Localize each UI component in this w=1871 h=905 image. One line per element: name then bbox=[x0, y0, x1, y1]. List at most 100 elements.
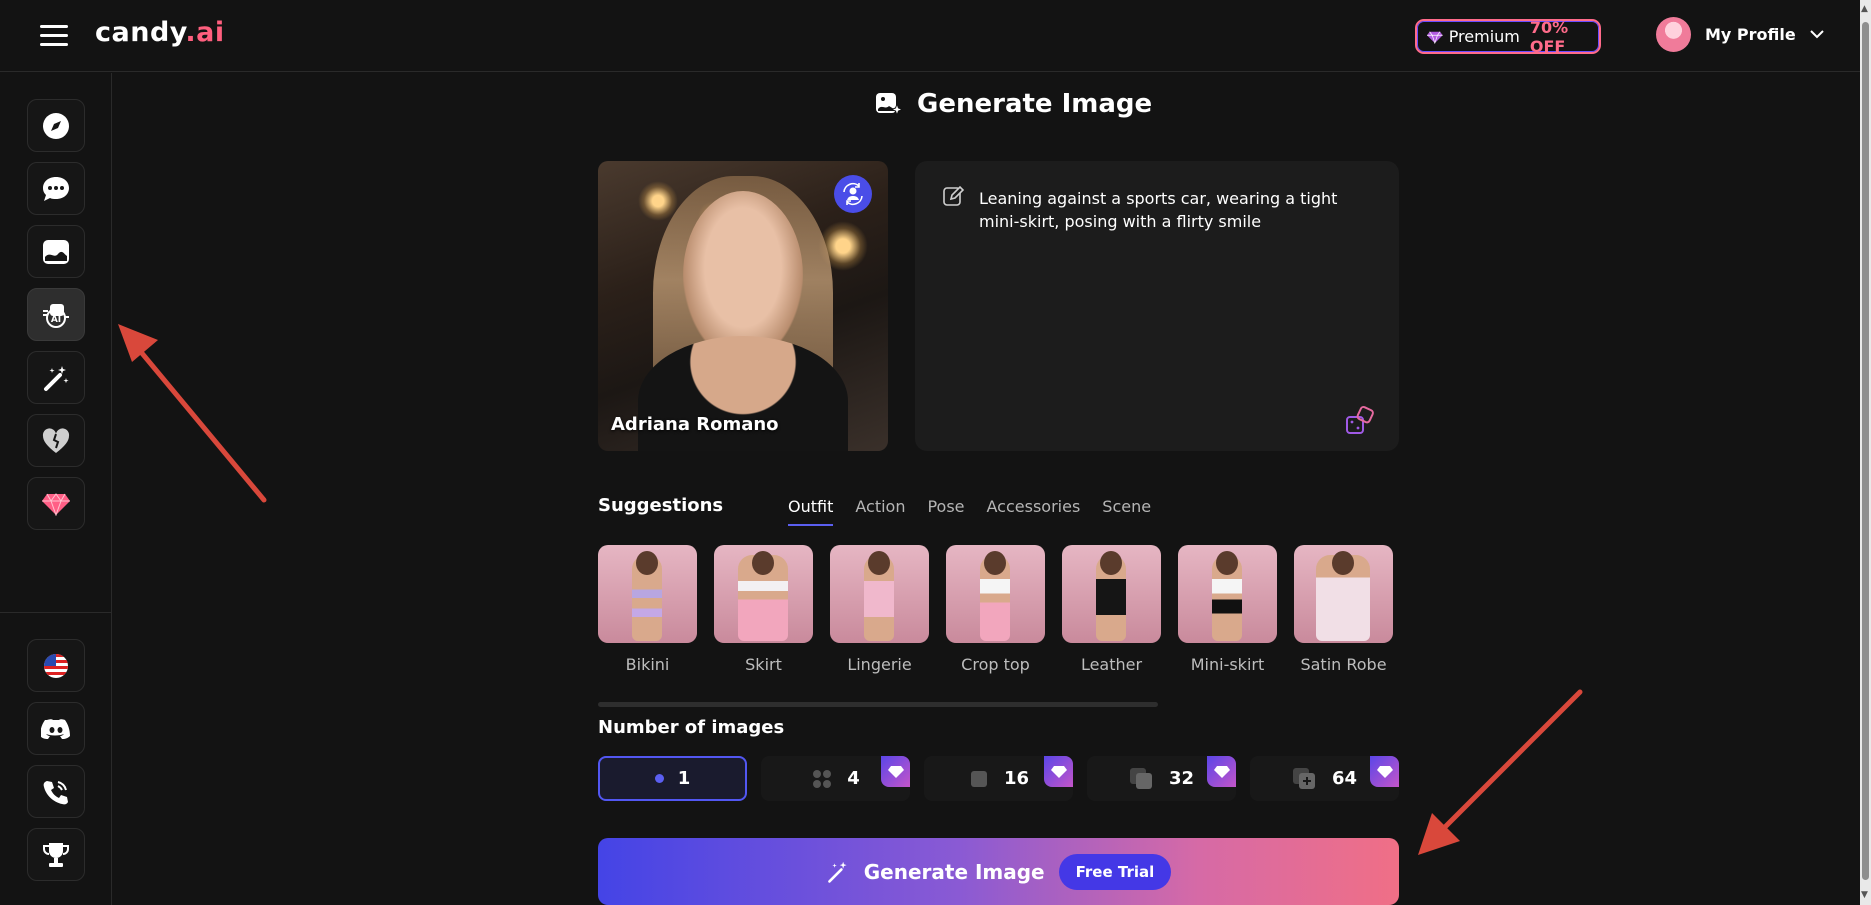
tab-scene[interactable]: Scene bbox=[1102, 497, 1151, 526]
generate-image-button[interactable]: Generate Image Free Trial bbox=[598, 838, 1399, 905]
sidebar-item-gallery[interactable] bbox=[27, 225, 85, 278]
phone-icon bbox=[43, 780, 68, 804]
logo-suffix: .ai bbox=[185, 17, 225, 48]
outfit-suggestions: Bikini Skirt Lingerie Crop top Leather M… bbox=[598, 545, 1393, 674]
generate-image-icon: AI bbox=[43, 303, 69, 328]
premium-button[interactable]: Premium 70% OFF bbox=[1415, 17, 1601, 56]
suggestions-scrollbar[interactable] bbox=[598, 702, 1158, 707]
suggestion-crop-top[interactable]: Crop top bbox=[946, 545, 1045, 674]
suggestion-label: Satin Robe bbox=[1300, 655, 1387, 674]
character-card[interactable]: Adriana Romano bbox=[598, 161, 888, 451]
prompt-box[interactable]: Leaning against a sports car, wearing a … bbox=[915, 161, 1399, 451]
suggestion-image bbox=[1178, 545, 1277, 643]
explore-icon bbox=[43, 112, 69, 139]
count-value: 64 bbox=[1331, 768, 1358, 789]
top-bar: candy.ai Premium 70% OFF My Profile bbox=[0, 0, 1860, 72]
swap-character-icon bbox=[843, 182, 863, 206]
page-title: Generate Image bbox=[875, 89, 1152, 119]
premium-gem-icon bbox=[881, 756, 910, 787]
annotation-arrow-generate bbox=[1418, 689, 1583, 855]
count-option-16[interactable]: 16 bbox=[924, 756, 1073, 801]
magic-wand-icon bbox=[44, 365, 69, 391]
logo-name: candy bbox=[95, 17, 186, 48]
page-title-text: Generate Image bbox=[917, 89, 1153, 119]
premium-gem-icon bbox=[1044, 756, 1073, 787]
grid-four-icon bbox=[813, 769, 832, 788]
count-option-4[interactable]: 4 bbox=[761, 756, 910, 801]
suggestions-title: Suggestions bbox=[598, 495, 724, 516]
suggestion-lingerie[interactable]: Lingerie bbox=[830, 545, 929, 674]
suggestion-image bbox=[1294, 545, 1393, 643]
suggestion-image bbox=[714, 545, 813, 643]
avatar bbox=[1656, 17, 1691, 52]
tab-accessories[interactable]: Accessories bbox=[987, 497, 1081, 526]
annotation-arrow-sidebar bbox=[118, 324, 267, 503]
profile-menu[interactable]: My Profile bbox=[1656, 17, 1824, 52]
background-lamp bbox=[638, 181, 678, 221]
suggestion-image bbox=[830, 545, 929, 643]
gem-icon bbox=[1427, 31, 1443, 44]
chevron-down-icon bbox=[1810, 30, 1824, 39]
suggestion-image bbox=[1062, 545, 1161, 643]
heart-icon bbox=[42, 427, 70, 453]
chat-icon bbox=[43, 176, 69, 201]
tab-pose[interactable]: Pose bbox=[927, 497, 964, 526]
scroll-up-icon[interactable]: ▲ bbox=[1861, 4, 1868, 14]
magic-wand-icon bbox=[827, 861, 847, 883]
sidebar-item-explore[interactable] bbox=[27, 99, 85, 152]
gallery-icon bbox=[43, 239, 69, 264]
stack-icon bbox=[970, 770, 987, 787]
sidebar-item-chat[interactable] bbox=[27, 162, 85, 215]
sidebar-item-generate-image[interactable]: AI bbox=[27, 288, 85, 341]
random-dice-icon[interactable] bbox=[1345, 405, 1377, 437]
scrollbar[interactable]: ▲ ▼ bbox=[1860, 0, 1871, 905]
sidebar-item-premium[interactable] bbox=[27, 477, 85, 530]
sidebar-item-discord[interactable] bbox=[27, 702, 85, 755]
sidebar: AI bbox=[0, 73, 112, 905]
number-of-images-title: Number of images bbox=[598, 717, 785, 738]
us-flag-icon bbox=[44, 653, 68, 678]
tab-outfit[interactable]: Outfit bbox=[788, 497, 834, 526]
sidebar-item-language[interactable] bbox=[27, 639, 85, 692]
suggestion-tabs: Outfit Action Pose Accessories Scene bbox=[788, 497, 1151, 526]
scroll-down-icon[interactable]: ▼ bbox=[1861, 890, 1868, 900]
premium-label: Premium bbox=[1448, 27, 1520, 46]
suggestion-label: Bikini bbox=[625, 655, 670, 674]
premium-discount: 70% OFF bbox=[1529, 17, 1569, 56]
generate-label: Generate Image bbox=[863, 859, 1045, 884]
suggestion-mini-skirt[interactable]: Mini-skirt bbox=[1178, 545, 1277, 674]
count-value: 1 bbox=[677, 768, 691, 789]
sidebar-item-favorites[interactable] bbox=[27, 414, 85, 467]
suggestion-bikini[interactable]: Bikini bbox=[598, 545, 697, 674]
swap-character-button[interactable] bbox=[834, 175, 872, 213]
sidebar-item-contact[interactable] bbox=[27, 765, 85, 818]
count-option-1[interactable]: 1 bbox=[598, 756, 747, 801]
scrollbar-thumb[interactable] bbox=[1862, 22, 1869, 880]
app: candy.ai Premium 70% OFF My Profile ▲ ▼ A… bbox=[0, 0, 1871, 905]
discord-icon bbox=[41, 718, 70, 739]
suggestion-satin-robe[interactable]: Satin Robe bbox=[1294, 545, 1393, 674]
edit-icon bbox=[943, 185, 965, 206]
count-option-32[interactable]: 32 bbox=[1087, 756, 1236, 801]
character-name: Adriana Romano bbox=[611, 414, 779, 435]
logo[interactable]: candy.ai bbox=[95, 17, 225, 48]
prompt-text[interactable]: Leaning against a sports car, wearing a … bbox=[979, 187, 1349, 233]
menu-icon[interactable] bbox=[40, 25, 68, 47]
svg-text:AI: AI bbox=[51, 315, 61, 325]
free-trial-badge: Free Trial bbox=[1058, 853, 1172, 890]
suggestion-image bbox=[946, 545, 1045, 643]
stack-plus-icon bbox=[1292, 767, 1315, 789]
count-value: 16 bbox=[1003, 768, 1030, 789]
suggestion-skirt[interactable]: Skirt bbox=[714, 545, 813, 674]
sidebar-item-leaderboard[interactable] bbox=[27, 828, 85, 881]
image-count-options: 1 4 16 32 64 bbox=[598, 756, 1399, 801]
count-option-64[interactable]: 64 bbox=[1250, 756, 1399, 801]
suggestion-label: Crop top bbox=[961, 655, 1030, 674]
sidebar-item-magic[interactable] bbox=[27, 351, 85, 404]
tab-action[interactable]: Action bbox=[855, 497, 905, 526]
double-stack-icon bbox=[1129, 767, 1152, 789]
profile-label: My Profile bbox=[1705, 25, 1796, 44]
trophy-icon bbox=[43, 842, 69, 867]
suggestion-image bbox=[598, 545, 697, 643]
suggestion-leather[interactable]: Leather bbox=[1062, 545, 1161, 674]
